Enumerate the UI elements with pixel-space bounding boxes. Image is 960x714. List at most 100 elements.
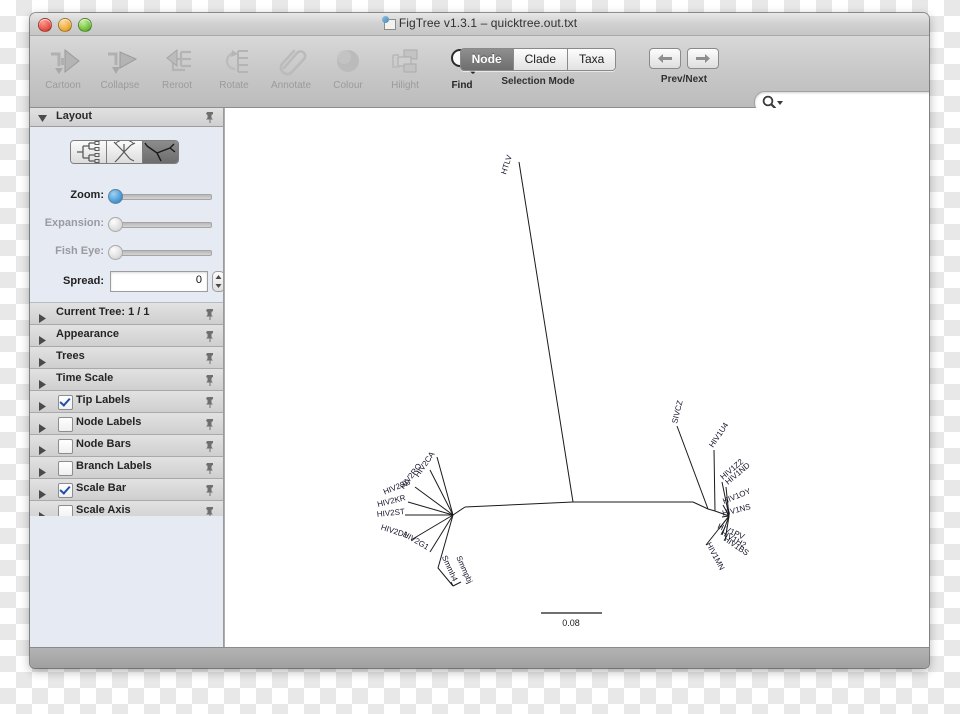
tip-label-hiv2sb[interactable]: HIV2SB — [382, 478, 412, 497]
spread-input[interactable]: 0 — [110, 271, 208, 292]
layout-panel-body: Zoom: Expansion: Fish Eye: Spread: 0 — [30, 127, 223, 303]
selection-mode-taxa[interactable]: Taxa — [568, 49, 616, 70]
sidebar-section-node-bars[interactable]: Node Bars — [30, 435, 223, 457]
next-arrow-icon — [696, 54, 711, 63]
toolbar-label-cartoon: Cartoon — [45, 80, 81, 91]
sidebar-section-label-branch-labels: Branch Labels — [76, 460, 152, 472]
next-button[interactable] — [687, 48, 720, 69]
pin-icon[interactable] — [205, 483, 215, 501]
toolbar-button-colour[interactable]: Colour — [319, 40, 377, 102]
selection-mode-group: Node Clade Taxa Selection Mode — [458, 48, 618, 87]
sidebar-section-label-current-tree-1-1: Current Tree: 1 / 1 — [56, 306, 150, 318]
layout-panel-header[interactable]: Layout — [30, 108, 223, 127]
tip-label-sivcz[interactable]: SIVCZ — [670, 399, 684, 424]
expansion-slider-knob[interactable] — [108, 217, 123, 232]
checkbox-node-bars[interactable] — [58, 439, 73, 454]
toolbar-label-hilight: Hilight — [391, 80, 419, 91]
pin-icon[interactable] — [205, 395, 215, 413]
fisheye-slider-knob[interactable] — [108, 245, 123, 260]
toolbar-button-hilight[interactable]: Hilight — [376, 40, 434, 102]
sidebar-section-label-trees: Trees — [56, 350, 85, 362]
tip-label-htlv[interactable]: HTLV — [499, 153, 514, 175]
sidebar-section-node-labels[interactable]: Node Labels — [30, 413, 223, 435]
pin-icon[interactable] — [205, 307, 215, 325]
toolbar-button-rotate[interactable]: Rotate — [205, 40, 263, 102]
tip-label-smmpbj[interactable]: Smmpbj — [454, 554, 474, 585]
sidebar-section-trees[interactable]: Trees — [30, 347, 223, 369]
fisheye-slider-row: Fish Eye: — [30, 244, 223, 260]
reroot-icon — [148, 40, 206, 82]
pin-icon[interactable] — [205, 461, 215, 479]
radial-layout-button[interactable] — [143, 141, 178, 163]
selection-mode-caption: Selection Mode — [501, 76, 575, 87]
control-sidebar: Layout Zoom: Expansion: Fish Eye: Spread… — [30, 108, 224, 647]
rectangular-tree-icon — [77, 141, 100, 163]
fisheye-slider-track[interactable] — [110, 250, 212, 256]
annotate-icon — [262, 40, 320, 82]
toolbar-button-reroot[interactable]: Reroot — [148, 40, 206, 102]
tree-canvas[interactable]: HTLV HIV2CA HIV2RO HIV2SB HIV2KR HIV2ST HIV2D1… — [224, 108, 929, 647]
sidebar-section-tip-labels[interactable]: Tip Labels — [30, 391, 223, 413]
toolbar-button-cartoon[interactable]: Cartoon — [34, 40, 92, 102]
polar-layout-button[interactable] — [107, 141, 143, 163]
spread-row: Spread: 0 — [30, 271, 223, 293]
pin-icon[interactable] — [205, 439, 215, 457]
scale-bar-group: 0.08 — [541, 612, 602, 628]
pin-icon[interactable] — [205, 111, 215, 126]
fisheye-slider-label: Fish Eye: — [55, 245, 104, 257]
chevron-down-icon[interactable] — [38, 113, 47, 125]
window-title: FigTree v1.3.1 – quicktree.out.txt — [398, 16, 578, 30]
checkbox-branch-labels[interactable] — [58, 461, 73, 476]
selection-mode-clade[interactable]: Clade — [513, 49, 568, 70]
toolbar-label-rotate: Rotate — [219, 80, 249, 91]
expansion-slider-track[interactable] — [110, 222, 212, 228]
scale-bar-label: 0.08 — [562, 618, 580, 628]
pin-icon[interactable] — [205, 373, 215, 391]
hilight-icon — [376, 40, 434, 82]
tip-label-hiv1u4[interactable]: HIV1U4 — [707, 420, 730, 449]
zoom-slider-knob[interactable] — [108, 189, 123, 204]
prev-button[interactable] — [648, 48, 681, 69]
checkbox-tip-labels[interactable] — [58, 395, 73, 410]
rotate-icon — [205, 40, 263, 82]
radial-tree-icon — [144, 142, 176, 162]
rectangular-layout-button[interactable] — [71, 141, 107, 163]
pin-icon[interactable] — [205, 329, 215, 347]
phylogenetic-tree[interactable]: HTLVHIV2CAHIV2ROHIV2SBHIV2KRHIV2STHIV2D1… — [225, 108, 929, 647]
sidebar-section-label-appearance: Appearance — [56, 328, 119, 340]
polar-tree-icon — [113, 141, 136, 163]
collapse-icon — [91, 40, 149, 82]
tip-label-hiv2st[interactable]: HIV2ST — [376, 507, 405, 519]
toolbar-button-collapse[interactable]: Collapse — [91, 40, 149, 102]
sidebar-section-label-node-labels: Node Labels — [76, 416, 142, 428]
selection-mode-segmented: Node Clade Taxa — [459, 48, 617, 71]
toolbar-label-colour: Colour — [333, 80, 363, 91]
sidebar-section-time-scale[interactable]: Time Scale — [30, 369, 223, 391]
sidebar-section-list: Current Tree: 1 / 1 Appearance Trees Time S… — [30, 303, 223, 523]
pin-icon[interactable] — [205, 417, 215, 435]
prev-next-caption: Prev/Next — [660, 74, 708, 85]
sidebar-section-label-node-bars: Node Bars — [76, 438, 132, 450]
sidebar-section-branch-labels[interactable]: Branch Labels — [30, 457, 223, 479]
sidebar-section-current-tree-1-1[interactable]: Current Tree: 1 / 1 — [30, 303, 223, 325]
figtree-app-icon — [381, 16, 396, 30]
sidebar-section-label-tip-labels: Tip Labels — [76, 394, 131, 406]
tip-label-hiv2g1[interactable]: HIV2G1 — [401, 530, 431, 552]
toolbar-label-reroot: Reroot — [161, 80, 192, 91]
spread-stepper[interactable] — [212, 271, 223, 292]
sidebar-section-appearance[interactable]: Appearance — [30, 325, 223, 347]
zoom-slider-track[interactable] — [110, 194, 212, 200]
tip-label-group: HTLVHIV2CAHIV2ROHIV2SBHIV2KRHIV2STHIV2D1… — [376, 153, 752, 585]
checkbox-node-labels[interactable] — [58, 417, 73, 432]
sidebar-section-scale-bar[interactable]: Scale Bar — [30, 479, 223, 501]
tip-label-hiv1mn[interactable]: HIV1MN — [704, 541, 726, 572]
selection-mode-node[interactable]: Node — [460, 49, 514, 70]
checkbox-scale-bar[interactable] — [58, 483, 73, 498]
zoom-slider-label: Zoom: — [70, 189, 104, 201]
figtree-window: FigTree v1.3.1 – quicktree.out.txt Carto… — [30, 13, 929, 668]
toolbar-button-annotate[interactable]: Annotate — [262, 40, 320, 102]
prev-next-group: Prev/Next — [630, 48, 738, 85]
pin-icon[interactable] — [205, 351, 215, 369]
sidebar-section-label-scale-bar: Scale Bar — [76, 482, 127, 494]
colour-icon — [319, 40, 377, 82]
